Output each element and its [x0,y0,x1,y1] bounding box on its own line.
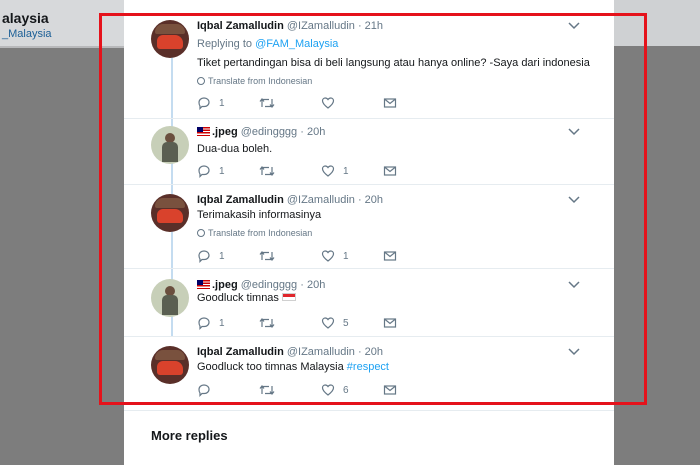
like-count: 5 [343,318,349,329]
heart-icon [321,384,335,396]
tweet-text-body: Goodluck timnas [197,292,279,304]
tweet-actions: 1 5 [197,316,397,330]
reply-count: 1 [219,166,225,177]
tweet-actions: 1 1 [197,164,397,178]
translate-link[interactable]: Translate from Indonesian [197,76,312,86]
tweet-text: Tiket pertandingan bisa di beli langsung… [197,57,590,69]
retweet-icon [259,98,275,108]
display-name[interactable]: .jpeg [212,279,238,291]
retweet-icon [259,166,275,176]
tweet-time[interactable]: · 20h [358,346,383,358]
heart-icon [321,317,335,329]
translate-link[interactable]: Translate from Indonesian [197,228,312,238]
chevron-down-icon[interactable] [568,281,580,291]
reply-icon [198,384,210,397]
malaysia-flag-icon [197,280,210,289]
avatar[interactable] [151,346,189,384]
avatar[interactable] [151,279,189,317]
replying-to: Replying to @FAM_Malaysia [197,38,338,50]
tweet-divider [124,336,614,337]
tweet-time[interactable]: · 20h [300,126,325,138]
tweet-text: Goodluck timnas [197,292,296,304]
tweet-time[interactable]: · 20h [300,279,325,291]
reply-count: 1 [219,98,225,109]
envelope-icon [383,251,397,261]
envelope-icon [383,98,397,108]
chevron-down-icon[interactable] [568,128,580,138]
display-name[interactable]: .jpeg [212,126,238,138]
envelope-icon [383,318,397,328]
user-handle[interactable]: @IZamalludin [287,20,355,32]
chevron-down-icon[interactable] [568,22,580,32]
heart-icon [321,165,335,177]
envelope-icon [383,385,397,395]
reply-icon [198,250,210,263]
background-divider [0,46,125,48]
reply-icon [198,317,210,330]
tweet-header: Iqbal Zamalludin @IZamalludin · 20h [197,346,383,358]
tweet-divider [124,410,614,411]
tweet-divider [124,268,614,269]
tweet-actions: 1 1 [197,249,397,263]
replying-to-prefix: Replying to [197,38,256,50]
reply-icon [198,165,210,178]
tweet-text: Dua-dua boleh. [197,143,273,155]
heart-icon [321,250,335,262]
replying-to-link[interactable]: @FAM_Malaysia [255,38,338,50]
globe-icon [197,77,205,85]
retweet-icon [259,385,275,395]
avatar[interactable] [151,20,189,58]
conversation-modal: Iqbal Zamalludin @IZamalludin · 21h Repl… [124,0,614,465]
tweet-divider [124,118,614,119]
background-panel [614,0,700,46]
more-replies-button[interactable]: More replies [151,428,228,443]
avatar[interactable] [151,126,189,164]
tweet-header: .jpeg @edingggg · 20h [197,126,325,138]
display-name[interactable]: Iqbal Zamalludin [197,194,284,206]
tweet-time[interactable]: · 21h [358,20,383,32]
translate-label: Translate from Indonesian [208,228,313,238]
malaysia-flag-icon [197,127,210,136]
display-name[interactable]: Iqbal Zamalludin [197,20,284,32]
like-count: 1 [343,166,349,177]
translate-label: Translate from Indonesian [208,76,313,86]
indonesia-flag-icon [281,293,296,301]
tweet-time[interactable]: · 20h [358,194,383,206]
tweet-text-body: Goodluck too timnas Malaysia [197,361,347,373]
heart-icon [321,97,335,109]
avatar[interactable] [151,194,189,232]
retweet-icon [259,251,275,261]
tweet-actions: 6 [197,383,397,397]
hashtag-link[interactable]: #respect [347,361,389,373]
retweet-icon [259,318,275,328]
like-count: 6 [343,385,349,396]
like-count: 1 [343,251,349,262]
background-profile-header: alaysia _Malaysia [0,0,125,46]
tweet-header: .jpeg @edingggg · 20h [197,279,325,291]
background-profile-name: alaysia [2,10,49,26]
globe-icon [197,229,205,237]
reply-icon [198,97,210,110]
tweet-header: Iqbal Zamalludin @IZamalludin · 20h [197,194,383,206]
chevron-down-icon[interactable] [568,348,580,358]
chevron-down-icon[interactable] [568,196,580,206]
reply-count: 1 [219,318,225,329]
tweet-divider [124,184,614,185]
tweet-actions: 1 [197,96,397,110]
tweet-text: Terimakasih informasinya [197,209,322,221]
background-profile-handle: _Malaysia [2,28,52,40]
reply-count: 1 [219,251,225,262]
user-handle[interactable]: @edingggg [241,126,297,138]
user-handle[interactable]: @IZamalludin [287,194,355,206]
user-handle[interactable]: @IZamalludin [287,346,355,358]
display-name[interactable]: Iqbal Zamalludin [197,346,284,358]
tweet-header: Iqbal Zamalludin @IZamalludin · 21h [197,20,383,32]
tweet-text: Goodluck too timnas Malaysia #respect [197,361,389,373]
envelope-icon [383,166,397,176]
user-handle[interactable]: @edingggg [241,279,297,291]
